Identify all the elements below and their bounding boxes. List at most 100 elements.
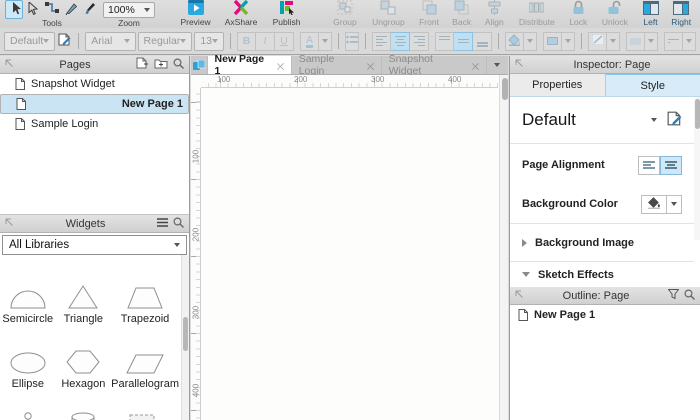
font-weight-select[interactable]: Regular xyxy=(138,32,193,51)
search-icon[interactable] xyxy=(684,289,695,303)
format-painter-button[interactable] xyxy=(81,1,99,18)
background-image-row[interactable]: Background Image xyxy=(510,224,694,261)
toggle-left-pane-button[interactable]: Left xyxy=(636,1,666,28)
distribute-button[interactable]: Distribute xyxy=(511,1,562,28)
background-color-dropdown[interactable] xyxy=(667,195,682,214)
close-icon[interactable] xyxy=(277,62,284,69)
style-preset-select[interactable]: Default xyxy=(4,32,55,51)
canvas-scrollbar-thumb[interactable] xyxy=(502,78,508,100)
menu-icon[interactable] xyxy=(157,218,168,230)
select-tool-button[interactable] xyxy=(5,0,23,19)
align-left-button[interactable] xyxy=(372,32,391,51)
font-size-select[interactable]: 13 xyxy=(194,32,224,51)
align-middle-button[interactable] xyxy=(454,32,473,51)
page-align-center-button[interactable] xyxy=(660,156,682,175)
axshare-button[interactable]: AxShare xyxy=(218,1,264,28)
connector-tool-button[interactable] xyxy=(43,1,61,18)
front-button[interactable]: Front xyxy=(412,1,446,28)
widgets-scrollbar[interactable] xyxy=(181,255,189,420)
collapse-pane-icon[interactable] xyxy=(5,218,14,230)
tab-properties[interactable]: Properties xyxy=(510,74,606,96)
collapse-pane-icon[interactable] xyxy=(515,290,524,302)
preview-button[interactable]: Preview xyxy=(173,1,219,28)
toggle-right-pane-button[interactable]: Right xyxy=(665,1,697,28)
canvas-tab[interactable]: Snapshot Widget xyxy=(382,56,487,74)
left-pane-icon xyxy=(643,1,659,18)
design-canvas[interactable] xyxy=(201,88,498,420)
ungroup-button[interactable]: Ungroup xyxy=(365,1,412,28)
inspector-title: Inspector: Page xyxy=(529,59,695,71)
cursor-icon xyxy=(11,2,23,18)
tab-style[interactable]: Style xyxy=(606,74,700,96)
lock-button[interactable]: Lock xyxy=(563,1,595,28)
canvas-tab[interactable]: Sample Login xyxy=(292,56,382,74)
fill-color-dropdown[interactable] xyxy=(524,32,537,51)
inspector-scrollbar-thumb[interactable] xyxy=(695,99,700,129)
library-filter-select[interactable]: All Libraries xyxy=(2,235,187,255)
close-icon[interactable] xyxy=(367,62,374,69)
underline-button[interactable]: U xyxy=(275,32,294,51)
widget-item-trapezoid[interactable]: Trapezoid xyxy=(111,269,179,325)
widget-item-hexagon[interactable]: Hexagon xyxy=(56,334,112,390)
font-color-dropdown[interactable] xyxy=(319,32,332,51)
line-color-dropdown[interactable] xyxy=(607,32,620,51)
italic-button[interactable]: I xyxy=(256,32,275,51)
publish-button[interactable]: Publish xyxy=(264,1,310,28)
collapse-pane-icon[interactable] xyxy=(5,59,14,71)
fill-bucket-button[interactable] xyxy=(505,32,524,51)
canvas-tab-active[interactable]: New Page 1 xyxy=(208,56,292,74)
page-item[interactable]: Snapshot Widget xyxy=(0,74,189,94)
edit-style-button[interactable] xyxy=(57,32,72,51)
back-button[interactable]: Back xyxy=(446,1,478,28)
widget-item-database[interactable]: Database xyxy=(56,399,112,420)
select-parent-tool-button[interactable] xyxy=(24,1,42,18)
background-color-button[interactable] xyxy=(641,195,667,214)
sketch-effects-row[interactable]: Sketch Effects xyxy=(510,262,694,287)
line-color-button[interactable] xyxy=(588,32,607,51)
filter-icon[interactable] xyxy=(668,289,679,302)
zoom-select[interactable]: 100% xyxy=(103,2,155,18)
unlock-button[interactable]: Unlock xyxy=(594,1,636,28)
page-item-selected[interactable]: New Page 1 xyxy=(0,94,189,114)
align-middle-icon xyxy=(458,36,469,47)
color-swatch-button[interactable] xyxy=(543,32,562,51)
add-page-icon[interactable] xyxy=(136,57,149,72)
widget-item-ellipse[interactable]: Ellipse xyxy=(0,334,56,390)
close-icon[interactable] xyxy=(472,62,479,69)
align-bottom-button[interactable] xyxy=(473,32,492,51)
line-width-button[interactable] xyxy=(626,32,645,51)
edit-style-icon[interactable] xyxy=(667,111,682,129)
widget-item-semicircle[interactable]: Semicircle xyxy=(0,269,56,325)
font-color-button[interactable]: A xyxy=(300,32,319,51)
canvas-scrollbar[interactable] xyxy=(499,75,508,420)
swatch-dropdown[interactable] xyxy=(562,32,575,51)
bold-button[interactable]: B xyxy=(237,32,256,51)
page-item[interactable]: Sample Login xyxy=(0,114,189,134)
page-align-left-button[interactable] xyxy=(638,156,660,175)
widgets-scrollbar-thumb[interactable] xyxy=(183,317,188,351)
line-style-dropdown[interactable] xyxy=(683,32,696,51)
font-family-select[interactable]: Arial xyxy=(85,32,135,51)
align-right-button[interactable] xyxy=(410,32,429,51)
pages-overview-icon[interactable] xyxy=(191,56,208,74)
widget-item-parallelogram[interactable]: Parallelogram xyxy=(111,334,179,390)
align-top-button[interactable] xyxy=(435,32,454,51)
line-width-dropdown[interactable] xyxy=(645,32,658,51)
outline-item[interactable]: New Page 1 xyxy=(510,305,700,325)
tab-list-dropdown[interactable] xyxy=(487,56,508,74)
search-icon[interactable] xyxy=(173,58,184,72)
align-button[interactable]: Align xyxy=(477,1,511,28)
collapse-pane-icon[interactable] xyxy=(515,59,524,71)
group-button[interactable]: Group xyxy=(325,1,365,28)
search-icon[interactable] xyxy=(173,217,184,231)
inspector-scrollbar[interactable] xyxy=(694,97,700,240)
add-folder-icon[interactable] xyxy=(154,58,168,72)
line-style-button[interactable] xyxy=(664,32,683,51)
bullet-list-button[interactable] xyxy=(345,32,359,51)
widget-item-triangle[interactable]: Triangle xyxy=(56,269,112,325)
widget-item-actor[interactable]: Actor xyxy=(0,399,56,420)
pen-tool-button[interactable] xyxy=(62,1,80,18)
align-center-button[interactable] xyxy=(391,32,410,51)
widget-item-snapshot[interactable]: Snapshot xyxy=(111,399,179,420)
chevron-down-icon[interactable] xyxy=(651,118,657,122)
